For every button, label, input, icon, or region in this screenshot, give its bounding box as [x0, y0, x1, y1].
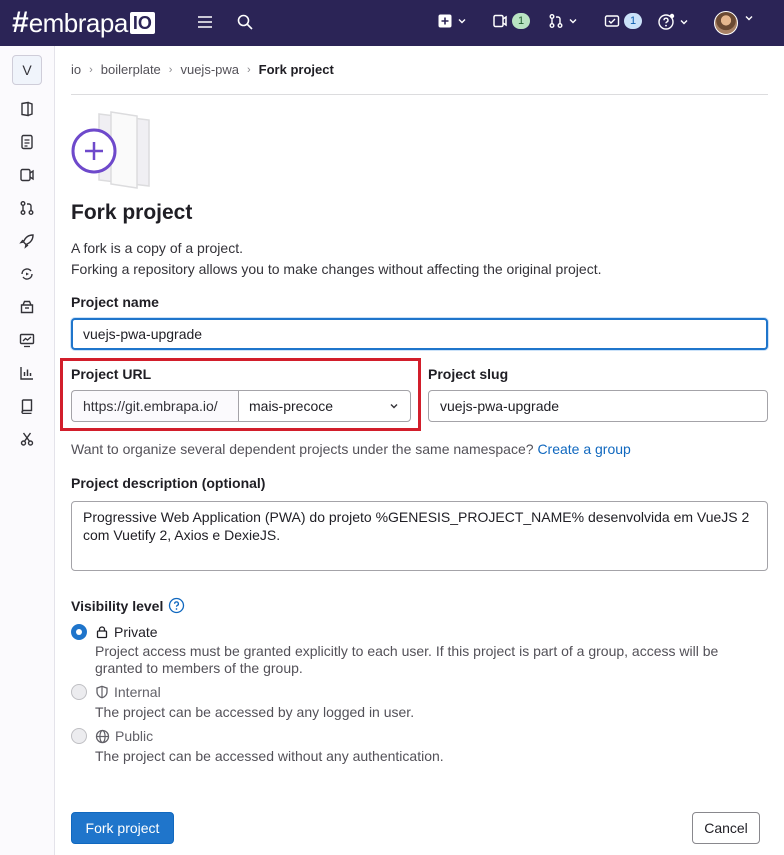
breadcrumb-divider	[71, 94, 768, 95]
visibility-title: Visibility level	[71, 597, 185, 614]
breadcrumb-item-io[interactable]: io	[71, 62, 81, 77]
issues-icon	[493, 14, 507, 28]
chevron-down-icon	[680, 20, 688, 25]
project-name-input[interactable]: vuejs-pwa-upgrade	[71, 318, 768, 350]
create-new-dropdown[interactable]	[437, 13, 467, 29]
question-icon	[658, 13, 675, 30]
issues-button[interactable]: 1	[492, 13, 531, 29]
breadcrumb: io › boilerplate › vuejs-pwa › Fork proj…	[71, 62, 334, 77]
description-label: Project description (optional)	[71, 475, 266, 491]
brand-name: embrapa	[28, 8, 129, 38]
user-avatar[interactable]	[714, 11, 738, 35]
description-textarea[interactable]: Progressive Web Application (PWA) do pro…	[71, 501, 768, 571]
merge-request-icon	[549, 14, 563, 28]
visibility-public-option[interactable]: Public	[95, 728, 153, 744]
wiki-book-icon[interactable]	[19, 398, 35, 414]
chevron-right-icon: ›	[247, 63, 251, 76]
breadcrumb-item-vuejs-pwa[interactable]: vuejs-pwa	[180, 62, 239, 77]
description-line-1: A fork is a copy of a project.	[71, 240, 243, 256]
page-title: Fork project	[71, 201, 193, 224]
public-description: The project can be accessed without any …	[95, 748, 444, 764]
project-overview-icon[interactable]	[19, 101, 35, 117]
project-slug-input[interactable]: vuejs-pwa-upgrade	[428, 390, 768, 422]
top-navbar: # embrapa IO 1 1	[0, 0, 784, 46]
todo-check-icon	[604, 15, 620, 27]
help-question-icon[interactable]	[168, 597, 185, 614]
public-label: Public	[115, 728, 154, 744]
repository-icon[interactable]	[19, 134, 35, 150]
search-icon[interactable]	[236, 13, 254, 31]
deployments-icon[interactable]	[19, 266, 35, 282]
project-sidebar: V	[0, 46, 55, 855]
visibility-internal-radio[interactable]	[71, 684, 87, 700]
brand-logo[interactable]: # embrapa IO	[12, 8, 155, 38]
create-group-link[interactable]: Create a group	[537, 441, 630, 457]
monitor-icon[interactable]	[19, 332, 35, 348]
chevron-right-icon: ›	[89, 63, 93, 76]
chevron-down-icon	[745, 16, 753, 21]
brand-hash: #	[12, 6, 29, 39]
fork-illustration	[71, 111, 150, 189]
breadcrumb-item-boilerplate[interactable]: boilerplate	[101, 62, 161, 77]
visibility-label: Visibility level	[71, 597, 164, 614]
user-menu-chevron[interactable]	[744, 13, 754, 23]
todos-count-badge: 1	[624, 13, 643, 29]
namespace-hint: Want to organize several dependent proje…	[71, 441, 631, 457]
rocket-icon[interactable]	[19, 233, 35, 249]
issues-count-badge: 1	[512, 13, 531, 29]
project-slug-label: Project slug	[428, 366, 509, 382]
chevron-down-icon	[458, 19, 466, 24]
visibility-private-radio[interactable]	[71, 624, 87, 640]
merge-requests-dropdown[interactable]	[548, 13, 578, 29]
cancel-button[interactable]: Cancel	[692, 812, 760, 844]
internal-description: The project can be accessed by any logge…	[95, 704, 415, 720]
todos-button[interactable]: 1	[604, 13, 643, 29]
page-description: A fork is a copy of a project. Forking a…	[71, 238, 601, 280]
menu-icon[interactable]	[196, 13, 214, 31]
lock-icon	[96, 626, 108, 639]
breadcrumb-item-current[interactable]: Fork project	[259, 62, 334, 77]
analytics-icon[interactable]	[19, 365, 35, 381]
private-label: Private	[114, 624, 158, 640]
issues-icon[interactable]	[19, 167, 35, 183]
visibility-internal-option[interactable]: Internal	[95, 684, 161, 700]
fork-project-button[interactable]: Fork project	[71, 812, 174, 844]
package-icon[interactable]	[19, 299, 35, 315]
help-dropdown[interactable]	[657, 13, 689, 31]
merge-request-icon[interactable]	[19, 200, 35, 216]
chevron-right-icon: ›	[168, 63, 173, 76]
globe-icon	[95, 729, 110, 743]
visibility-private-option[interactable]: Private	[95, 624, 158, 640]
chevron-down-icon	[569, 19, 577, 24]
internal-label: Internal	[114, 684, 161, 700]
shield-icon	[96, 685, 108, 699]
visibility-public-radio[interactable]	[71, 728, 87, 744]
plus-square-icon	[438, 14, 452, 28]
hint-text: Want to organize several dependent proje…	[71, 441, 534, 457]
snippets-scissors-icon[interactable]	[19, 431, 35, 447]
description-line-2: Forking a repository allows you to make …	[71, 261, 602, 277]
project-name-label: Project name	[71, 294, 159, 310]
project-avatar[interactable]: V	[12, 55, 42, 85]
annotation-highlight-box	[60, 358, 421, 431]
brand-suffix: IO	[129, 12, 155, 34]
private-description: Project access must be granted explicitl…	[95, 643, 719, 676]
